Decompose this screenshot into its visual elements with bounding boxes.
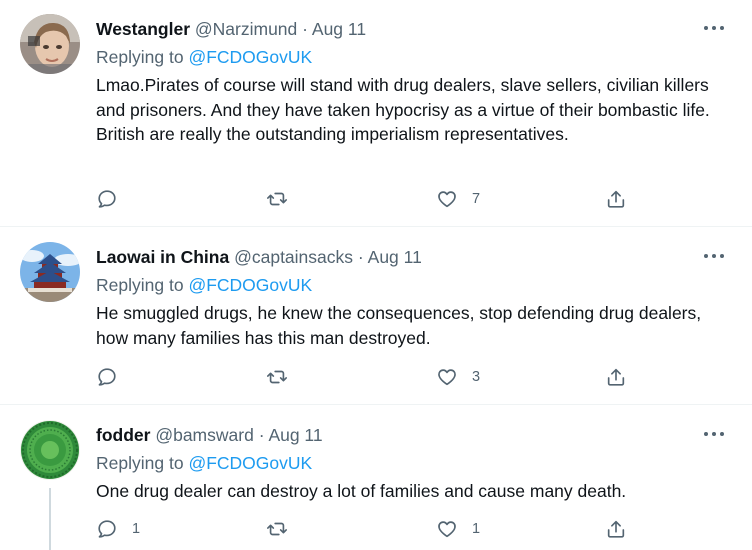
tweet-3[interactable]: fodder @bamsward · Aug 11 Replying to @F… — [0, 405, 752, 550]
replying-to: Replying to @FCDOGovUK — [96, 452, 312, 474]
share-icon — [607, 368, 625, 386]
tweet-date[interactable]: Aug 11 — [268, 425, 322, 445]
tweet-text: One drug dealer can destroy a lot of fam… — [96, 481, 627, 501]
replying-label: Replying to — [96, 275, 184, 295]
tweet-text: Lmao.Pirates of course will stand with d… — [96, 75, 710, 144]
share-icon — [607, 190, 625, 208]
like-count: 7 — [472, 191, 481, 207]
separator: · — [302, 19, 308, 39]
tweet-actions: 1 1 — [96, 517, 636, 541]
separator: · — [258, 425, 265, 445]
avatar-fodder[interactable] — [20, 420, 80, 480]
like-button[interactable]: 7 — [436, 187, 480, 211]
tweet-header: Laowai in China @captainsacks · Aug 11 — [96, 246, 422, 268]
tweet-text: He smuggled drugs, he knew the consequen… — [96, 303, 702, 348]
user-handle[interactable]: @bamsward — [155, 425, 254, 445]
user-handle[interactable]: @Narzimund — [195, 19, 297, 39]
reply-icon — [98, 368, 116, 386]
user-handle[interactable]: @captainsacks — [234, 247, 353, 267]
replying-handle[interactable]: @FCDOGovUK — [188, 275, 312, 295]
replying-label: Replying to — [96, 47, 184, 67]
like-button[interactable]: 1 — [436, 517, 480, 541]
more-icon[interactable] — [704, 246, 730, 266]
tweet-actions: 7 — [96, 187, 636, 211]
share-icon — [607, 520, 625, 538]
avatar-westangler[interactable] — [20, 14, 80, 74]
like-button[interactable]: 3 — [436, 365, 480, 389]
reply-button[interactable] — [96, 365, 132, 389]
tweet-header: Westangler @Narzimund · Aug 11 — [96, 18, 366, 40]
like-count: 3 — [472, 369, 481, 385]
tweet-date[interactable]: Aug 11 — [368, 247, 422, 267]
thread-line — [49, 488, 51, 550]
retweet-icon — [267, 192, 287, 206]
retweet-icon — [267, 370, 287, 384]
share-button[interactable] — [605, 517, 627, 541]
like-icon — [438, 369, 456, 386]
replying-handle[interactable]: @FCDOGovUK — [188, 453, 312, 473]
like-count: 1 — [472, 521, 481, 537]
retweet-icon — [267, 522, 287, 536]
reply-icon — [98, 190, 116, 208]
display-name[interactable]: Laowai in China — [96, 247, 229, 267]
retweet-button[interactable] — [266, 365, 302, 389]
share-button[interactable] — [605, 365, 627, 389]
tweet-header: fodder @bamsward · Aug 11 — [96, 424, 323, 446]
reply-icon — [98, 520, 116, 538]
more-icon[interactable] — [704, 424, 730, 444]
tweet-date[interactable]: Aug 11 — [312, 19, 366, 39]
reply-count: 1 — [132, 521, 141, 537]
retweet-button[interactable] — [266, 187, 302, 211]
retweet-button[interactable] — [266, 517, 302, 541]
reply-button[interactable] — [96, 187, 132, 211]
replying-label: Replying to — [96, 453, 184, 473]
replying-to: Replying to @FCDOGovUK — [96, 274, 312, 296]
like-icon — [438, 521, 456, 538]
display-name[interactable]: fodder — [96, 425, 150, 445]
tweet-actions: 3 — [96, 365, 636, 389]
display-name[interactable]: Westangler — [96, 19, 190, 39]
replying-handle[interactable]: @FCDOGovUK — [188, 47, 312, 67]
share-button[interactable] — [605, 187, 627, 211]
separator: · — [357, 247, 364, 267]
tweet-2[interactable]: Laowai in China @captainsacks · Aug 11 R… — [0, 227, 752, 404]
like-icon — [438, 191, 456, 208]
replying-to: Replying to @FCDOGovUK — [96, 46, 312, 68]
avatar-laowai-in-china[interactable] — [20, 242, 80, 302]
more-icon[interactable] — [704, 18, 730, 38]
reply-button[interactable]: 1 — [96, 517, 140, 541]
tweet-1[interactable]: Westangler @Narzimund · Aug 11 Replying … — [0, 0, 752, 226]
